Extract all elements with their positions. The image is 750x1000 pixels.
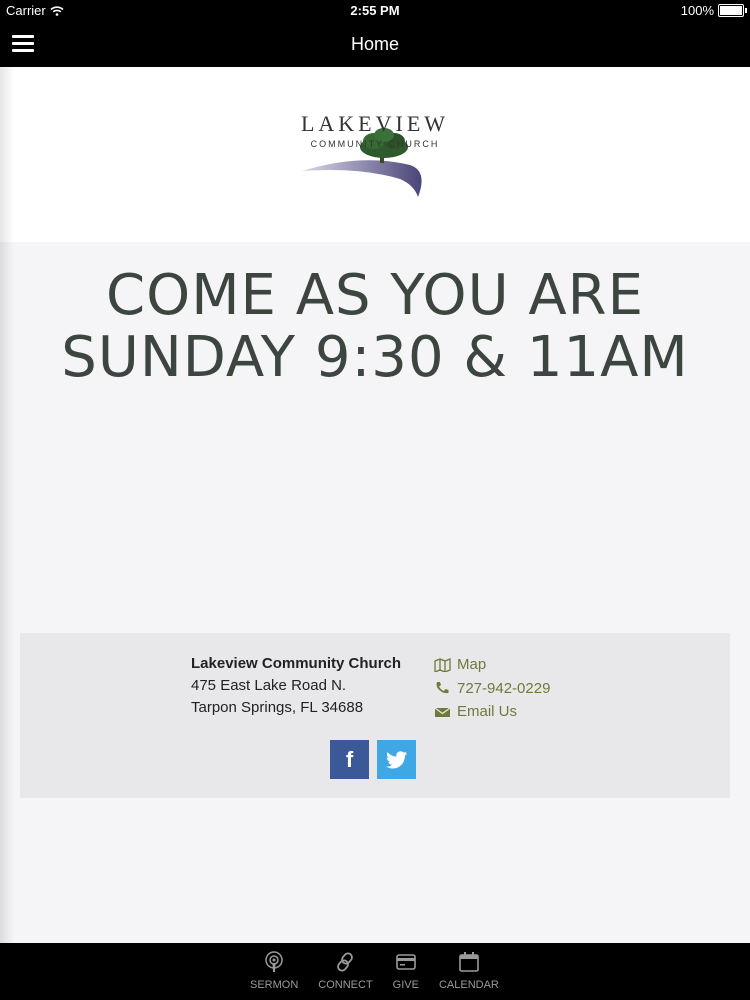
tab-label: SERMON: [250, 979, 299, 991]
hero-line-2: SUNDAY 9:30 & 11AM: [61, 325, 689, 390]
phone-icon: [436, 682, 449, 694]
social-links: f: [330, 740, 416, 779]
contact-links: Map 727-942-0229 Email Us: [434, 653, 550, 724]
page-title: Home: [350, 34, 399, 54]
tab-list: SERMON CONNECT GIVE CALENDAR: [250, 951, 499, 991]
phone-number: 727-942-0229: [457, 679, 551, 697]
address-line-2: Tarpon Springs, FL 34688: [191, 699, 364, 716]
link-icon: [337, 952, 354, 972]
map-link[interactable]: Map: [434, 653, 550, 677]
status-bar: Carrier 2:55 PM 100%: [0, 0, 750, 22]
address-line-1: 475 East Lake Road N.: [191, 677, 347, 694]
church-address: Lakeview Community Church 475 East Lake …: [191, 653, 401, 719]
tab-label: CALENDAR: [438, 979, 499, 991]
credit-card-icon: [396, 954, 416, 970]
status-time: 2:55 PM: [350, 3, 400, 18]
map-icon: [434, 657, 451, 672]
twitter-button[interactable]: [377, 740, 416, 779]
hero-line-1: COME AS YOU ARE: [106, 263, 644, 328]
tab-label: CONNECT: [318, 979, 373, 991]
email-label: Email Us: [457, 703, 518, 720]
tab-calendar[interactable]: CALENDAR: [439, 951, 499, 991]
email-link[interactable]: Email Us: [434, 700, 550, 724]
nav-bar: Home: [0, 22, 750, 67]
logo-section: LAKEVIEW COMMUNITY CHURCH: [0, 67, 750, 242]
logo-subtitle: COMMUNITY CHURCH: [310, 139, 440, 149]
calendar-icon: [459, 952, 479, 972]
map-label: Map: [457, 656, 487, 673]
tab-sermon[interactable]: SERMON: [250, 951, 298, 991]
tab-give[interactable]: GIVE: [393, 951, 419, 991]
church-logo: LAKEVIEW COMMUNITY CHURCH: [290, 111, 460, 211]
phone-link[interactable]: 727-942-0229: [434, 677, 550, 701]
contact-footer: Lakeview Community Church 475 East Lake …: [20, 633, 730, 798]
battery-info: 100%: [680, 3, 747, 18]
hero-banner: COME AS YOU ARE SUNDAY 9:30 & 11AM: [0, 265, 750, 389]
facebook-button[interactable]: f: [330, 740, 369, 779]
battery-icon: [718, 4, 747, 17]
main-content: LAKEVIEW COMMUNITY CHURCH COME AS YOU AR…: [0, 67, 750, 943]
envelope-icon: [434, 707, 451, 717]
logo-title: LAKEVIEW: [300, 111, 450, 136]
podcast-icon: [265, 951, 283, 972]
drawer-edge-shadow: [0, 67, 14, 943]
bottom-tab-bar: SERMON CONNECT GIVE CALENDAR: [0, 943, 750, 1000]
twitter-icon: [385, 750, 407, 768]
tab-label: GIVE: [392, 979, 419, 991]
facebook-icon: f: [345, 746, 354, 772]
battery-label: 100%: [680, 3, 714, 18]
church-name: Lakeview Community Church: [191, 655, 402, 672]
tab-connect[interactable]: CONNECT: [318, 951, 373, 991]
